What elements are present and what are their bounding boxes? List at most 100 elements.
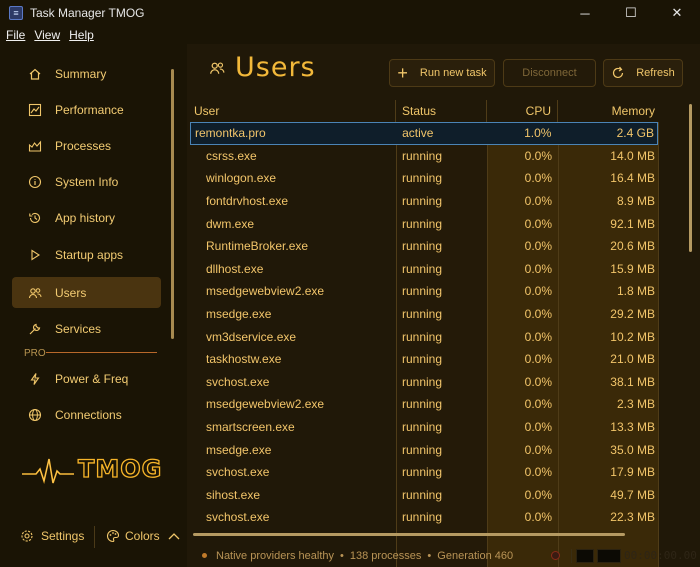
- sidebar-item-label: Processes: [55, 138, 112, 153]
- table-row[interactable]: taskhostw.exe running 0.0% 21.0 MB: [190, 348, 658, 371]
- lightning-icon: [28, 372, 42, 386]
- colors-button[interactable]: Colors: [106, 529, 180, 543]
- title-bar: ≡ Task Manager TMOG ─ ☐ ✕: [0, 0, 700, 26]
- memory-cell: 20.6 MB: [610, 239, 655, 254]
- status-cell: running: [402, 148, 443, 163]
- processes-icon: [28, 139, 42, 153]
- status-cell: running: [402, 442, 443, 457]
- refresh-button[interactable]: Refresh: [603, 59, 683, 87]
- close-button[interactable]: ✕: [654, 0, 700, 26]
- status-cell: running: [402, 465, 443, 480]
- cpu-cell: 0.0%: [524, 261, 552, 276]
- cpu-cell: 0.0%: [524, 148, 552, 163]
- status-cell: running: [402, 487, 443, 502]
- column-header-memory[interactable]: Memory: [558, 100, 658, 122]
- startup-icon: [28, 248, 42, 262]
- sidebar-scrollbar[interactable]: [171, 69, 174, 339]
- pro-divider: [46, 352, 157, 353]
- memory-cell: 49.7 MB: [610, 487, 655, 502]
- user-cell: csrss.exe: [206, 148, 257, 163]
- horizontal-scrollbar[interactable]: [193, 533, 625, 536]
- sidebar-item-label: System Info: [55, 174, 119, 189]
- sidebar-item-summary[interactable]: Summary: [12, 58, 161, 89]
- minimize-button[interactable]: ─: [562, 0, 608, 26]
- memory-cell: 21.0 MB: [610, 352, 655, 367]
- menu-file[interactable]: File: [6, 28, 25, 42]
- table-row[interactable]: dllhost.exe running 0.0% 15.9 MB: [190, 258, 658, 281]
- cpu-cell: 0.0%: [524, 352, 552, 367]
- table-row[interactable]: dwm.exe running 0.0% 92.1 MB: [190, 212, 658, 235]
- window-controls: ─ ☐ ✕: [562, 0, 700, 26]
- maximize-button[interactable]: ☐: [608, 0, 654, 26]
- sidebar-item-connections[interactable]: Connections: [12, 399, 161, 430]
- sidebar-item-performance[interactable]: Performance: [12, 94, 161, 125]
- cpu-cell: 0.0%: [524, 420, 552, 435]
- memory-cell: 13.3 MB: [610, 420, 655, 435]
- user-cell: msedgewebview2.exe: [206, 397, 325, 412]
- sidebar-item-power-freq[interactable]: Power & Freq: [12, 363, 161, 394]
- generation: Generation 460: [437, 549, 514, 562]
- cpu-cell: 0.0%: [524, 216, 552, 231]
- status-bar: Native providers healthy • 138 processes…: [187, 544, 700, 567]
- user-cell: winlogon.exe: [206, 171, 277, 186]
- column-header-status[interactable]: Status: [396, 100, 487, 122]
- status-cell: running: [402, 397, 443, 412]
- window-title: Task Manager TMOG: [30, 6, 145, 20]
- memory-cell: 14.0 MB: [610, 148, 655, 163]
- table-row[interactable]: fontdrvhost.exe running 0.0% 8.9 MB: [190, 190, 658, 213]
- status-divider: [571, 549, 572, 563]
- memory-cell: 2.4 GB: [616, 126, 654, 141]
- status-cell: running: [402, 284, 443, 299]
- disconnect-label: Disconnect: [522, 67, 577, 79]
- sidebar-item-users[interactable]: Users: [12, 277, 161, 308]
- separator-icon: •: [340, 549, 344, 562]
- table-row[interactable]: vm3dservice.exe running 0.0% 10.2 MB: [190, 325, 658, 348]
- table-row[interactable]: svchost.exe running 0.0% 22.3 MB: [190, 506, 658, 529]
- sidebar-item-label: Power & Freq: [55, 371, 129, 386]
- table-row[interactable]: RuntimeBroker.exe running 0.0% 20.6 MB: [190, 235, 658, 258]
- pro-section-label: PRO: [24, 348, 46, 359]
- memory-cell: 17.9 MB: [610, 465, 655, 480]
- user-session-row[interactable]: remontka.pro active 1.0% 2.4 GB: [190, 122, 658, 145]
- sidebar-item-services[interactable]: Services: [12, 313, 161, 344]
- table-row[interactable]: winlogon.exe running 0.0% 16.4 MB: [190, 167, 658, 190]
- table-row[interactable]: svchost.exe running 0.0% 38.1 MB: [190, 371, 658, 394]
- footer-divider: [94, 526, 95, 548]
- run-new-task-button[interactable]: + Run new task: [389, 59, 495, 87]
- table-row[interactable]: msedgewebview2.exe running 0.0% 1.8 MB: [190, 280, 658, 303]
- user-cell: msedgewebview2.exe: [206, 284, 325, 299]
- sidebar-item-app-history[interactable]: App history: [12, 202, 161, 233]
- menu-help[interactable]: Help: [69, 28, 94, 42]
- colors-label: Colors: [125, 529, 160, 543]
- disconnect-button[interactable]: Disconnect: [503, 59, 596, 87]
- table-row[interactable]: csrss.exe running 0.0% 14.0 MB: [190, 145, 658, 168]
- sidebar-item-startup-apps[interactable]: Startup apps: [12, 239, 161, 270]
- user-cell: remontka.pro: [195, 126, 266, 141]
- cpu-cell: 0.0%: [524, 194, 552, 209]
- record-icon[interactable]: [551, 551, 560, 560]
- settings-button[interactable]: Settings: [20, 529, 84, 543]
- vertical-scrollbar[interactable]: [689, 104, 692, 252]
- chevron-up-icon[interactable]: [168, 532, 180, 540]
- cpu-cell: 0.0%: [524, 171, 552, 186]
- table-row[interactable]: msedge.exe running 0.0% 35.0 MB: [190, 438, 658, 461]
- column-header-user[interactable]: User: [190, 100, 396, 122]
- table-row[interactable]: sihost.exe running 0.0% 49.7 MB: [190, 484, 658, 507]
- cpu-cell: 0.0%: [524, 487, 552, 502]
- memory-cell: 2.3 MB: [616, 397, 655, 412]
- table-header: User Status CPU Memory: [190, 100, 658, 122]
- sidebar-item-system-info[interactable]: System Info: [12, 166, 161, 197]
- table-row[interactable]: svchost.exe running 0.0% 17.9 MB: [190, 461, 658, 484]
- wrench-icon: [28, 322, 42, 336]
- sidebar-item-processes[interactable]: Processes: [12, 130, 161, 161]
- column-header-cpu[interactable]: CPU: [487, 100, 558, 122]
- user-cell: dwm.exe: [206, 216, 255, 231]
- status-cell: running: [402, 420, 443, 435]
- menu-view[interactable]: View: [34, 28, 60, 42]
- table-row[interactable]: msedgewebview2.exe running 0.0% 2.3 MB: [190, 393, 658, 416]
- app-icon: ≡: [9, 6, 23, 20]
- table-row[interactable]: smartscreen.exe running 0.0% 13.3 MB: [190, 416, 658, 439]
- cpu-cell: 0.0%: [524, 397, 552, 412]
- table-row[interactable]: msedge.exe running 0.0% 29.2 MB: [190, 303, 658, 326]
- separator-icon: •: [427, 549, 432, 562]
